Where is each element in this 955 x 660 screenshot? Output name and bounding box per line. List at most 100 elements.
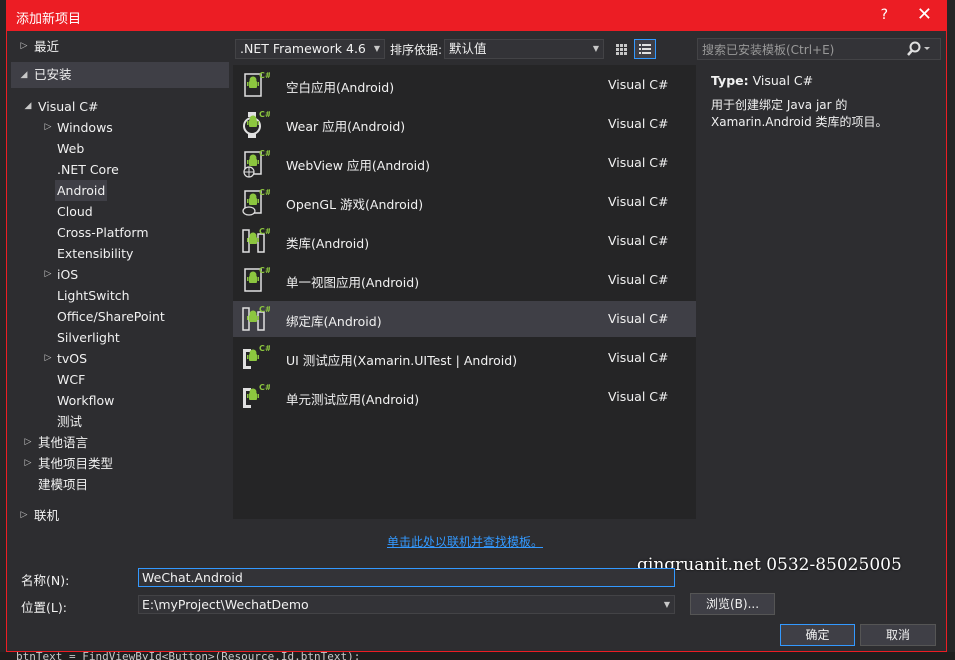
collapsed-arrow-icon[interactable]: ▷: [23, 453, 33, 474]
tree-item[interactable]: Workflow: [11, 390, 229, 411]
tree-item[interactable]: Cloud: [11, 201, 229, 222]
tree-item[interactable]: .NET Core: [11, 159, 229, 180]
template-row[interactable]: C# 单元测试应用(Android) Visual C#: [233, 379, 696, 415]
template-list: C# 空白应用(Android) Visual C# C# Wear 应用(Androi…: [233, 65, 696, 519]
single-view-app-icon: C#: [240, 265, 272, 295]
help-button[interactable]: ?: [881, 7, 888, 23]
search-input[interactable]: [698, 39, 909, 61]
chevron-down-icon: ▼: [373, 44, 380, 53]
sort-dropdown[interactable]: 默认值 ▼: [444, 39, 604, 59]
location-value: E:\myProject\WechatDemo: [142, 597, 309, 612]
tree-item[interactable]: Android: [11, 180, 229, 201]
collapsed-arrow-icon[interactable]: ▷: [19, 505, 29, 526]
tree-item[interactable]: ▷ 其他项目类型: [11, 453, 229, 474]
add-new-project-dialog: 添加新项目 ? ✕ ▷ 最近 ◢ 已安装 ◢ Visual C# ▷ Windows Web .N…: [6, 0, 947, 652]
svg-text:C#: C#: [259, 149, 270, 158]
tree-item[interactable]: Web: [11, 138, 229, 159]
tree-item-label: Cross-Platform: [57, 225, 149, 240]
framework-dropdown[interactable]: .NET Framework 4.6 ▼: [235, 39, 385, 59]
wear-app-icon: C#: [240, 109, 272, 139]
collapsed-arrow-icon[interactable]: ▷: [23, 432, 33, 453]
tree-item[interactable]: ▷ Windows: [11, 117, 229, 138]
ui-test-app-icon: C#: [240, 343, 272, 373]
type-value: Visual C#: [752, 73, 814, 88]
class-library-icon: C#: [240, 226, 272, 256]
close-button[interactable]: ✕: [917, 4, 932, 25]
tree-item-label: Workflow: [57, 393, 115, 408]
template-search-box[interactable]: [697, 38, 941, 61]
ide-right-strip: [947, 0, 955, 660]
project-name-input[interactable]: [138, 568, 675, 587]
tree-item[interactable]: ▷ 联机: [11, 505, 229, 526]
tree-item-label: Android: [55, 180, 108, 201]
small-icons-view-button[interactable]: [610, 39, 632, 59]
type-label: Type:: [711, 73, 749, 88]
tree-item[interactable]: Cross-Platform: [11, 222, 229, 243]
tree-item[interactable]: LightSwitch: [11, 285, 229, 306]
webview-app-icon: C#: [240, 148, 272, 178]
svg-text:C#: C#: [259, 71, 270, 80]
tree-item[interactable]: Silverlight: [11, 327, 229, 348]
template-name: 空白应用(Android): [286, 80, 395, 95]
template-name: 绑定库(Android): [286, 314, 382, 329]
tree-item[interactable]: 建模项目: [11, 474, 229, 495]
ok-button[interactable]: 确定: [780, 624, 855, 646]
template-type-row: Type: Visual C#: [711, 73, 813, 88]
chevron-down-icon: ▼: [592, 44, 599, 53]
template-row[interactable]: C# WebView 应用(Android) Visual C#: [233, 145, 696, 181]
tree-item[interactable]: Office/SharePoint: [11, 306, 229, 327]
expanded-arrow-icon[interactable]: ◢: [19, 62, 29, 88]
collapsed-arrow-icon[interactable]: ▷: [43, 117, 53, 138]
template-language: Visual C#: [608, 389, 669, 404]
tree-item[interactable]: Extensibility: [11, 243, 229, 264]
template-language: Visual C#: [608, 194, 669, 209]
template-row[interactable]: C# 绑定库(Android) Visual C#: [233, 301, 696, 337]
tree-item[interactable]: ◢ Visual C#: [11, 96, 229, 117]
svg-text:C#: C#: [259, 266, 270, 275]
location-combobox[interactable]: E:\myProject\WechatDemo ▼: [138, 595, 675, 614]
template-language: Visual C#: [608, 350, 669, 365]
svg-text:C#: C#: [259, 227, 270, 236]
template-row[interactable]: C# 空白应用(Android) Visual C#: [233, 67, 696, 103]
template-name: 类库(Android): [286, 236, 370, 251]
tree-item[interactable]: ▷ 最近: [11, 36, 229, 57]
list-view-button[interactable]: [634, 39, 656, 59]
tree-item[interactable]: ▷ tvOS: [11, 348, 229, 369]
template-row[interactable]: C# OpenGL 游戏(Android) Visual C#: [233, 184, 696, 220]
opengl-game-icon: C#: [240, 187, 272, 217]
template-row[interactable]: C# 单一视图应用(Android) Visual C#: [233, 262, 696, 298]
browse-button[interactable]: 浏览(B)...: [690, 593, 775, 615]
tree-item[interactable]: ▷ 其他语言: [11, 432, 229, 453]
tree-item[interactable]: ◢ 已安装: [11, 62, 229, 88]
tree-item-label: Windows: [57, 120, 113, 135]
template-name: UI 测试应用(Xamarin.UITest | Android): [286, 353, 518, 368]
svg-text:C#: C#: [259, 383, 270, 392]
framework-value: .NET Framework 4.6: [240, 41, 366, 56]
collapsed-arrow-icon[interactable]: ▷: [43, 348, 53, 369]
tree-item[interactable]: ▷ iOS: [11, 264, 229, 285]
name-label: 名称(N):: [21, 573, 70, 588]
dialog-title: 添加新项目: [16, 12, 82, 27]
tree-item[interactable]: 测试: [11, 411, 229, 432]
template-row[interactable]: C# UI 测试应用(Xamarin.UITest | Android) Visua…: [233, 340, 696, 376]
template-row[interactable]: C# Wear 应用(Android) Visual C#: [233, 106, 696, 142]
find-templates-online-link[interactable]: 单击此处以联机并查找模板。: [387, 533, 543, 550]
cancel-button[interactable]: 取消: [860, 624, 936, 646]
svg-text:C#: C#: [259, 305, 270, 314]
tree-item-label: 建模项目: [38, 477, 89, 492]
blank-app-icon: C#: [240, 70, 272, 100]
search-icon[interactable]: [906, 41, 932, 57]
tree-item-label: iOS: [57, 267, 79, 282]
tree-item-label: Silverlight: [57, 330, 120, 345]
tree-item-label: WCF: [57, 372, 86, 387]
collapsed-arrow-icon[interactable]: ▷: [43, 264, 53, 285]
template-name: OpenGL 游戏(Android): [286, 197, 424, 212]
template-row[interactable]: C# 类库(Android) Visual C#: [233, 223, 696, 259]
tree-item-label: Office/SharePoint: [57, 309, 165, 324]
template-language: Visual C#: [608, 233, 669, 248]
svg-text:C#: C#: [259, 188, 270, 197]
svg-text:C#: C#: [259, 110, 270, 119]
tree-item[interactable]: WCF: [11, 369, 229, 390]
collapsed-arrow-icon[interactable]: ▷: [19, 36, 29, 57]
expanded-arrow-icon[interactable]: ◢: [23, 96, 33, 117]
